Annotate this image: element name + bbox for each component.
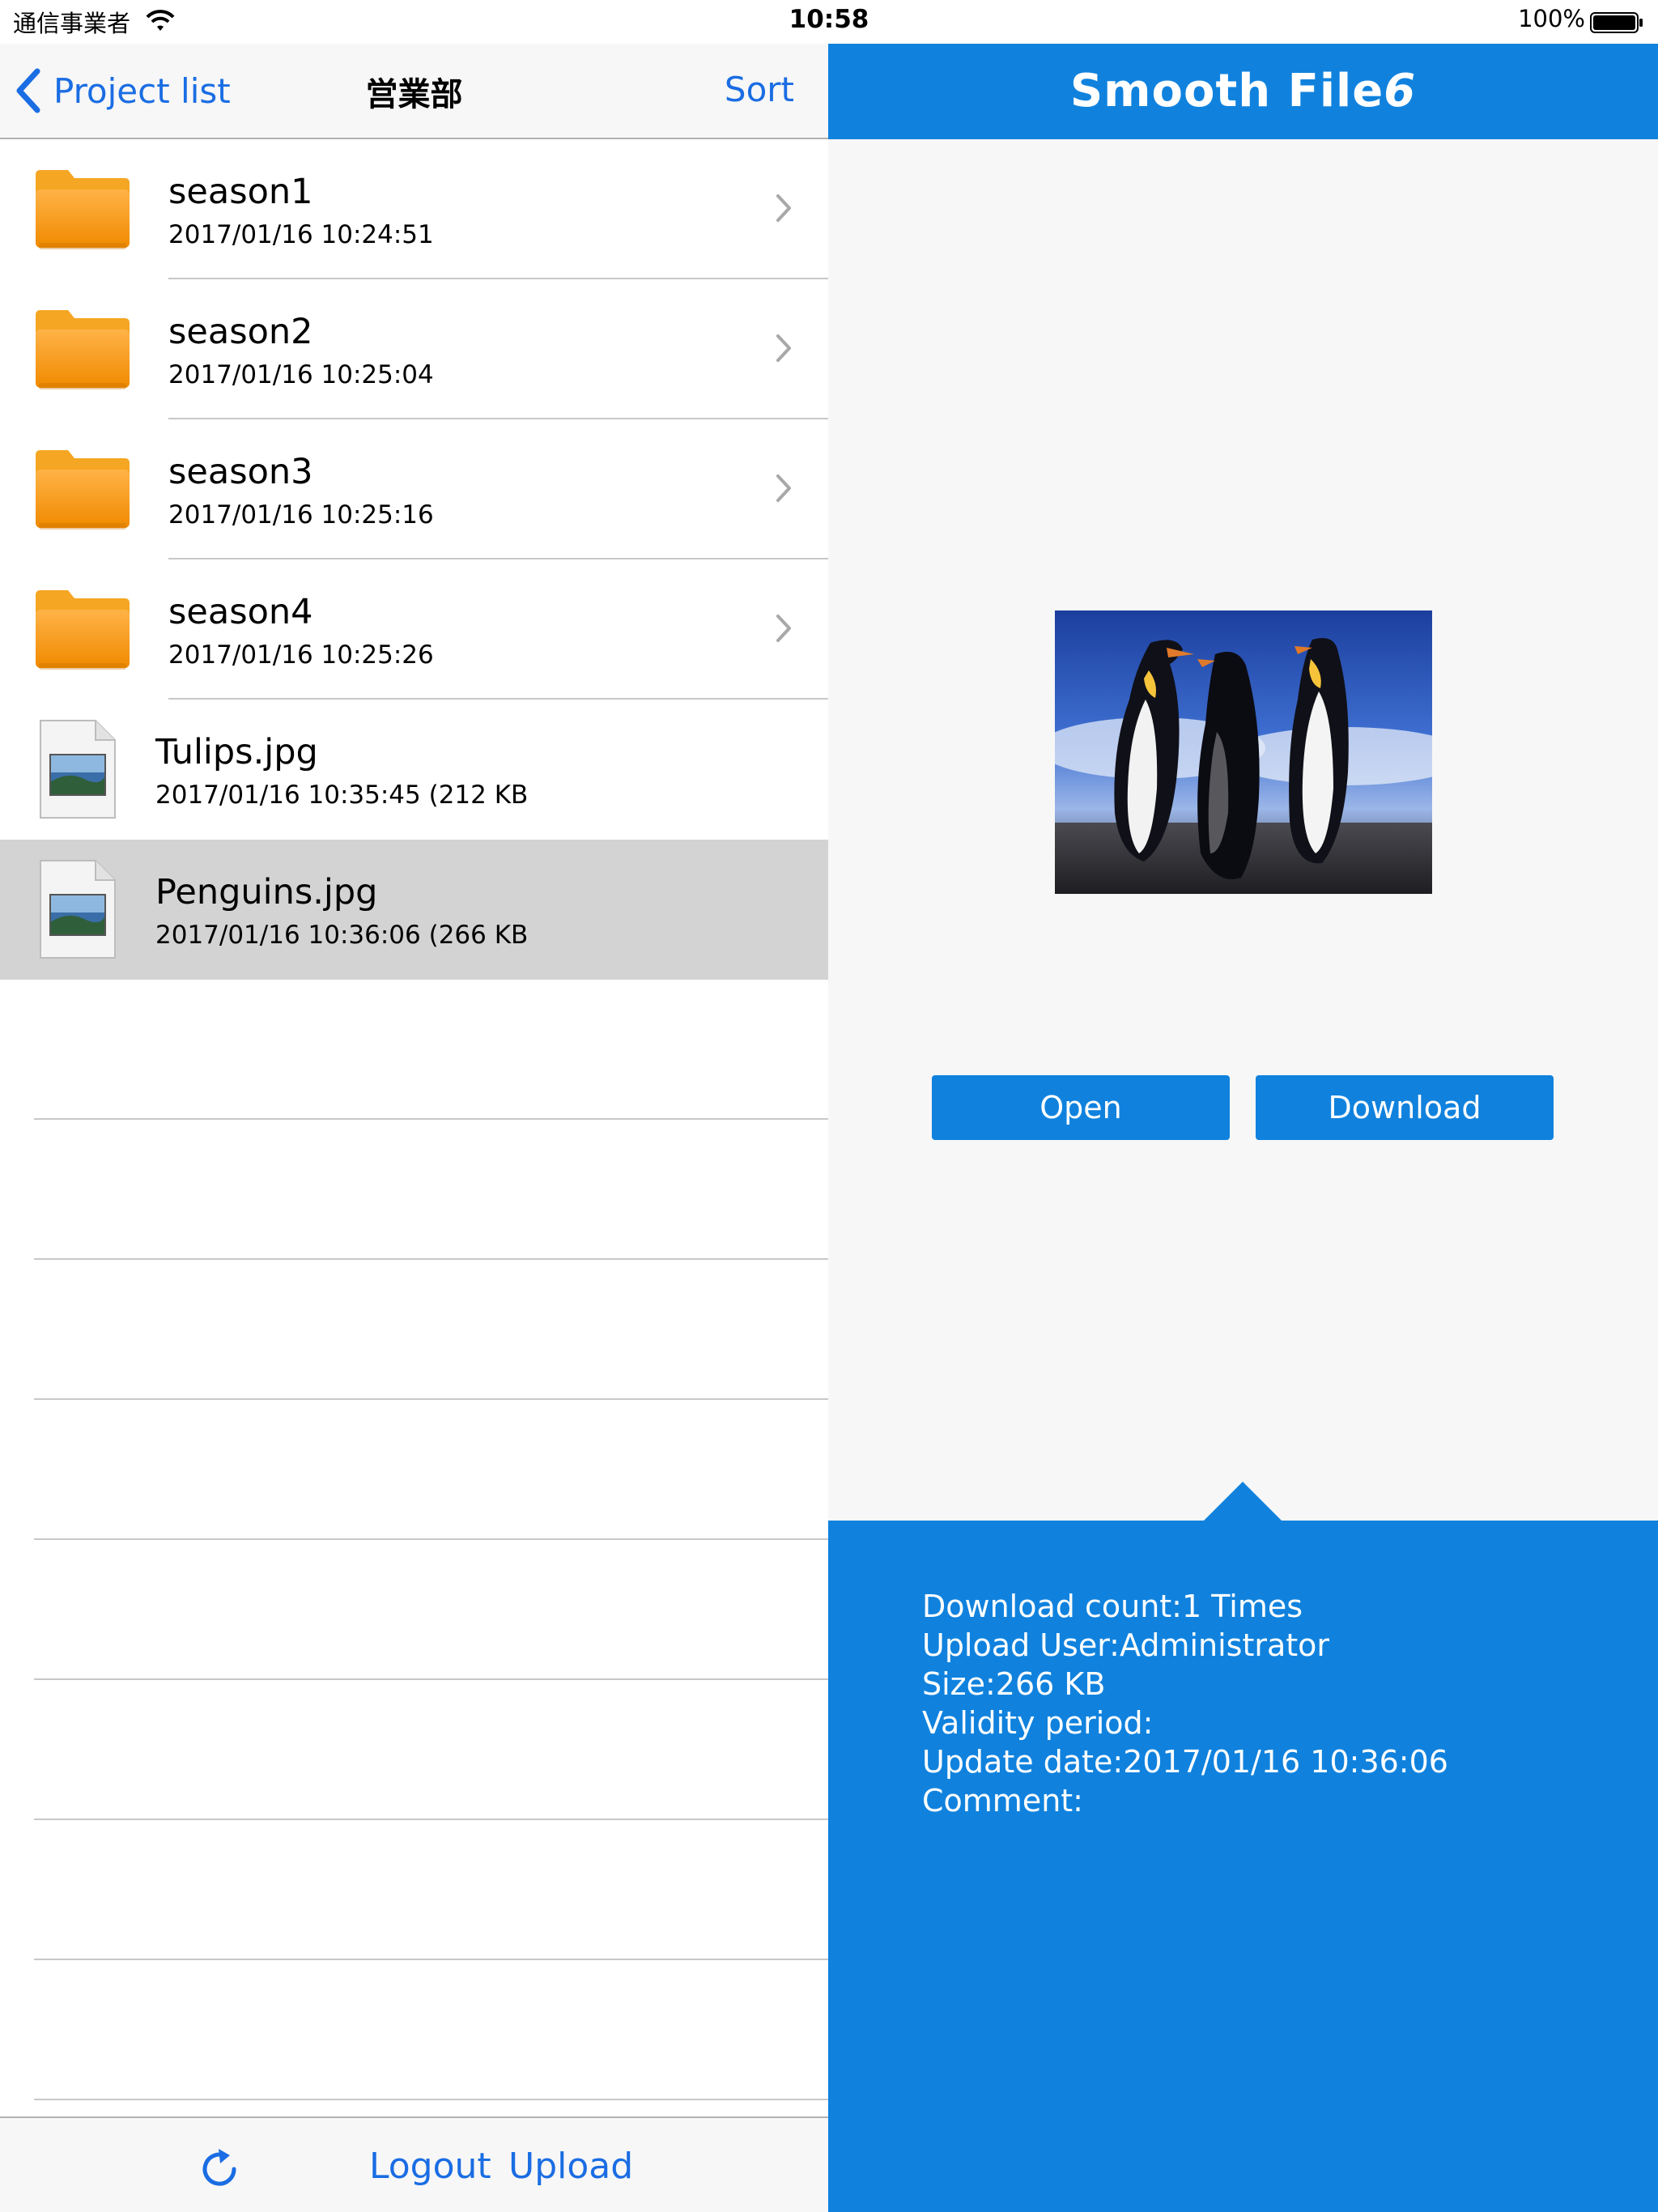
item-date: 2017/01/16 10:36:06 (266 KB [155, 921, 529, 950]
page-title: 営業部 [365, 76, 463, 113]
empty-row [0, 1540, 828, 1680]
item-name: season2 [168, 312, 313, 352]
image-file-icon [40, 720, 116, 819]
empty-row [0, 1960, 828, 2100]
file-info-lines: Download count:1 Times Upload User:Admin… [922, 1587, 1448, 1820]
list-item[interactable]: season4 2017/01/16 10:25:26 [0, 559, 828, 700]
item-date: 2017/01/16 10:24:51 [168, 220, 434, 249]
download-button[interactable]: Download [1256, 1075, 1554, 1140]
chevron-right-icon [776, 474, 791, 502]
brand-name: Smooth File [1069, 65, 1384, 117]
file-list-pane: Project list 営業部 Sort season1 2017/01/16… [0, 44, 828, 2212]
chevron-right-icon [776, 334, 791, 362]
detail-pane: Smooth File6 Open Download Download coun… [828, 44, 1658, 2212]
status-bar: 通信事業者 10:58 100% [0, 0, 1658, 44]
file-info-panel: Download count:1 Times Upload User:Admin… [828, 1482, 1658, 2212]
folder-icon [36, 590, 130, 670]
list-item[interactable]: Tulips.jpg 2017/01/16 10:35:45 (212 KB [0, 700, 828, 840]
brand-bar: Smooth File6 [828, 44, 1658, 139]
item-name: Tulips.jpg [155, 732, 318, 772]
chevron-right-icon [776, 615, 791, 642]
comment: Comment: [922, 1783, 1083, 1819]
bottom-toolbar: Logout Upload [0, 2116, 828, 2212]
item-date: 2017/01/16 10:25:26 [168, 640, 434, 670]
upload-user: Upload User:Administrator [922, 1627, 1330, 1663]
item-date: 2017/01/16 10:35:45 (212 KB [155, 781, 529, 810]
image-preview [1055, 610, 1432, 894]
download-count: Download count:1 Times [922, 1589, 1303, 1624]
chevron-right-icon [776, 194, 791, 222]
empty-row [0, 1400, 828, 1540]
list-item[interactable]: season1 2017/01/16 10:24:51 [0, 139, 828, 279]
upload-button[interactable]: Upload [508, 2146, 633, 2187]
empty-row [0, 1120, 828, 1260]
empty-row [0, 980, 828, 1120]
info-panel-pointer [1204, 1482, 1282, 1521]
sort-button[interactable]: Sort [725, 70, 794, 109]
item-name: season1 [168, 172, 313, 212]
item-date: 2017/01/16 10:25:04 [168, 360, 434, 389]
item-name: season4 [168, 592, 313, 632]
file-list: season1 2017/01/16 10:24:51 season2 2017… [0, 139, 828, 2100]
list-item[interactable]: season2 2017/01/16 10:25:04 [0, 279, 828, 419]
item-name: Penguins.jpg [155, 872, 378, 912]
battery-icon [1590, 12, 1643, 33]
item-name: season3 [168, 452, 313, 492]
list-item[interactable]: season3 2017/01/16 10:25:16 [0, 419, 828, 559]
open-button[interactable]: Open [932, 1075, 1230, 1140]
refresh-icon[interactable] [196, 2146, 243, 2193]
folder-icon [36, 170, 130, 249]
folder-icon [36, 450, 130, 530]
image-file-icon [40, 860, 116, 959]
list-item-selected[interactable]: Penguins.jpg 2017/01/16 10:36:06 (266 KB [0, 840, 828, 980]
logout-button[interactable]: Logout [369, 2146, 491, 2187]
empty-row [0, 1820, 828, 1960]
item-date: 2017/01/16 10:25:16 [168, 500, 434, 530]
file-size: Size:266 KB [922, 1666, 1106, 1702]
validity-period: Validity period: [922, 1705, 1154, 1741]
empty-row [0, 1680, 828, 1820]
nav-bar: Project list 営業部 Sort [0, 44, 828, 139]
brand-logo: Smooth File6 [828, 65, 1658, 117]
battery-percent: 100% [1518, 5, 1585, 32]
brand-version: 6 [1384, 65, 1417, 117]
empty-row [0, 1260, 828, 1400]
update-date: Update date:2017/01/16 10:36:06 [922, 1744, 1448, 1780]
folder-icon [36, 310, 130, 389]
status-time: 10:58 [789, 5, 869, 34]
